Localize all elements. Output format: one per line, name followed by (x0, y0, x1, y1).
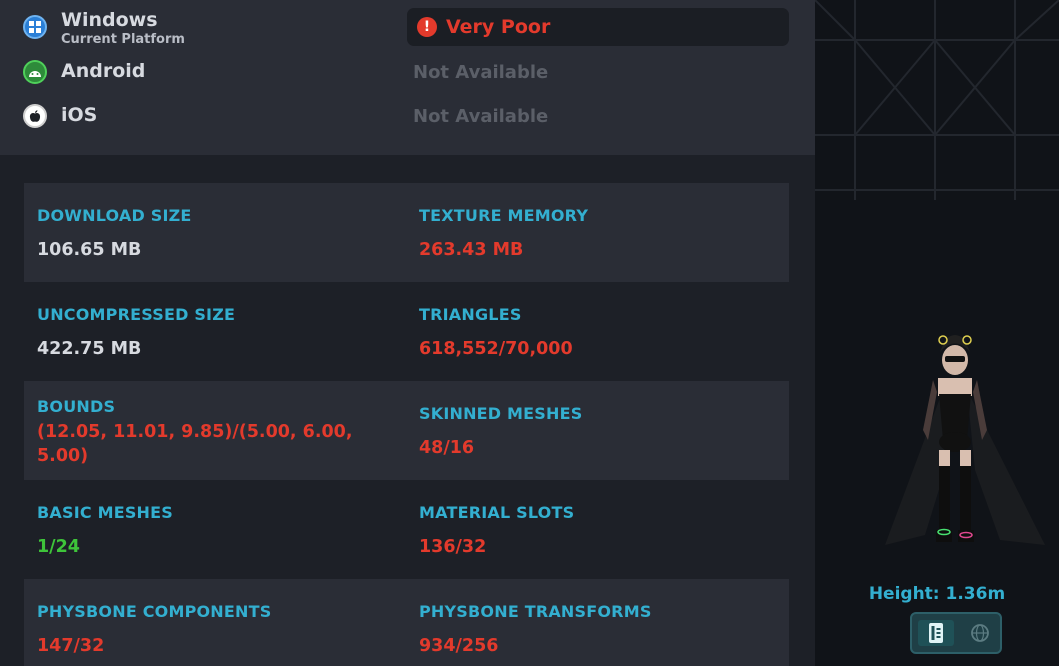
stat-value: 48/16 (419, 438, 475, 458)
windows-icon (23, 15, 47, 39)
stat-physbone-components: PHYSBONE COMPONENTS 147/32 (37, 579, 397, 666)
globe-icon (971, 624, 989, 642)
avatar-figure (885, 335, 1045, 545)
stat-row: BASIC MESHES 1/24 MATERIAL SLOTS 136/32 (24, 480, 789, 579)
platform-name: Android (61, 60, 146, 82)
platform-subtitle: Current Platform (61, 32, 185, 47)
world-button[interactable] (962, 620, 998, 646)
preview-backdrop (815, 0, 1059, 545)
stat-value: 106.65 MB (37, 240, 142, 260)
stat-bounds: BOUNDS (12.05, 11.01, 9.85)/(5.00, 6.00,… (37, 381, 397, 480)
stat-value: 934/256 (419, 636, 499, 656)
book-icon (929, 623, 943, 643)
stat-uncompressed-size: UNCOMPRESSED SIZE 422.75 MB (37, 282, 397, 381)
platform-status: Not Available (413, 62, 549, 83)
platform-row-android[interactable]: Android Not Available (0, 52, 815, 92)
android-icon (23, 60, 47, 84)
stat-value: 618,552/70,000 (419, 339, 573, 359)
stat-value: 1/24 (37, 537, 80, 557)
stat-label: PHYSBONE TRANSFORMS (419, 602, 652, 621)
stat-label: PHYSBONE COMPONENTS (37, 602, 272, 621)
warning-icon: ! (417, 17, 437, 37)
stat-basic-meshes: BASIC MESHES 1/24 (37, 480, 397, 579)
stat-label: TEXTURE MEMORY (419, 206, 589, 225)
stat-row: BOUNDS (12.05, 11.01, 9.85)/(5.00, 6.00,… (24, 381, 789, 480)
stat-value: 263.43 MB (419, 240, 524, 260)
stat-value: 422.75 MB (37, 339, 142, 359)
stat-value: 136/32 (419, 537, 487, 557)
stat-row: PHYSBONE COMPONENTS 147/32 PHYSBONE TRAN… (24, 579, 789, 666)
stat-label: SKINNED MESHES (419, 404, 583, 423)
stat-label: MATERIAL SLOTS (419, 503, 575, 522)
status-badge: ! Very Poor (407, 8, 789, 46)
apple-icon (23, 104, 47, 128)
stat-label: BASIC MESHES (37, 503, 173, 522)
rating-text: Very Poor (446, 16, 551, 38)
preview-toolbar (910, 612, 1002, 654)
stat-value: (12.05, 11.01, 9.85)/(5.00, 6.00, 5.00) (37, 422, 353, 466)
stat-triangles: TRIANGLES 618,552/70,000 (419, 282, 779, 381)
avatar-height-label: Height: 1.36m (868, 584, 1006, 604)
performance-panel: Windows Current Platform ! Very Poor And… (0, 0, 815, 666)
platform-row-ios[interactable]: iOS Not Available (0, 96, 815, 136)
platform-name: iOS (61, 104, 98, 126)
platform-list: Windows Current Platform ! Very Poor And… (0, 0, 815, 155)
stat-label: BOUNDS (37, 397, 116, 416)
avatar-preview[interactable]: Height: 1.36m (815, 0, 1059, 666)
stat-physbone-transforms: PHYSBONE TRANSFORMS 934/256 (419, 579, 779, 666)
stat-label: UNCOMPRESSED SIZE (37, 305, 236, 324)
platform-name: Windows (61, 9, 158, 31)
stat-label: TRIANGLES (419, 305, 522, 324)
stat-label: DOWNLOAD SIZE (37, 206, 192, 225)
stat-skinned-meshes: SKINNED MESHES 48/16 (419, 381, 779, 480)
stat-download-size: DOWNLOAD SIZE 106.65 MB (37, 183, 397, 282)
stat-material-slots: MATERIAL SLOTS 136/32 (419, 480, 779, 579)
book-button[interactable] (918, 620, 954, 646)
stat-texture-memory: TEXTURE MEMORY 263.43 MB (419, 183, 779, 282)
stat-row: DOWNLOAD SIZE 106.65 MB TEXTURE MEMORY 2… (24, 183, 789, 282)
stat-value: 147/32 (37, 636, 105, 656)
platform-status: Not Available (413, 106, 549, 127)
stat-row: UNCOMPRESSED SIZE 422.75 MB TRIANGLES 61… (24, 282, 789, 381)
